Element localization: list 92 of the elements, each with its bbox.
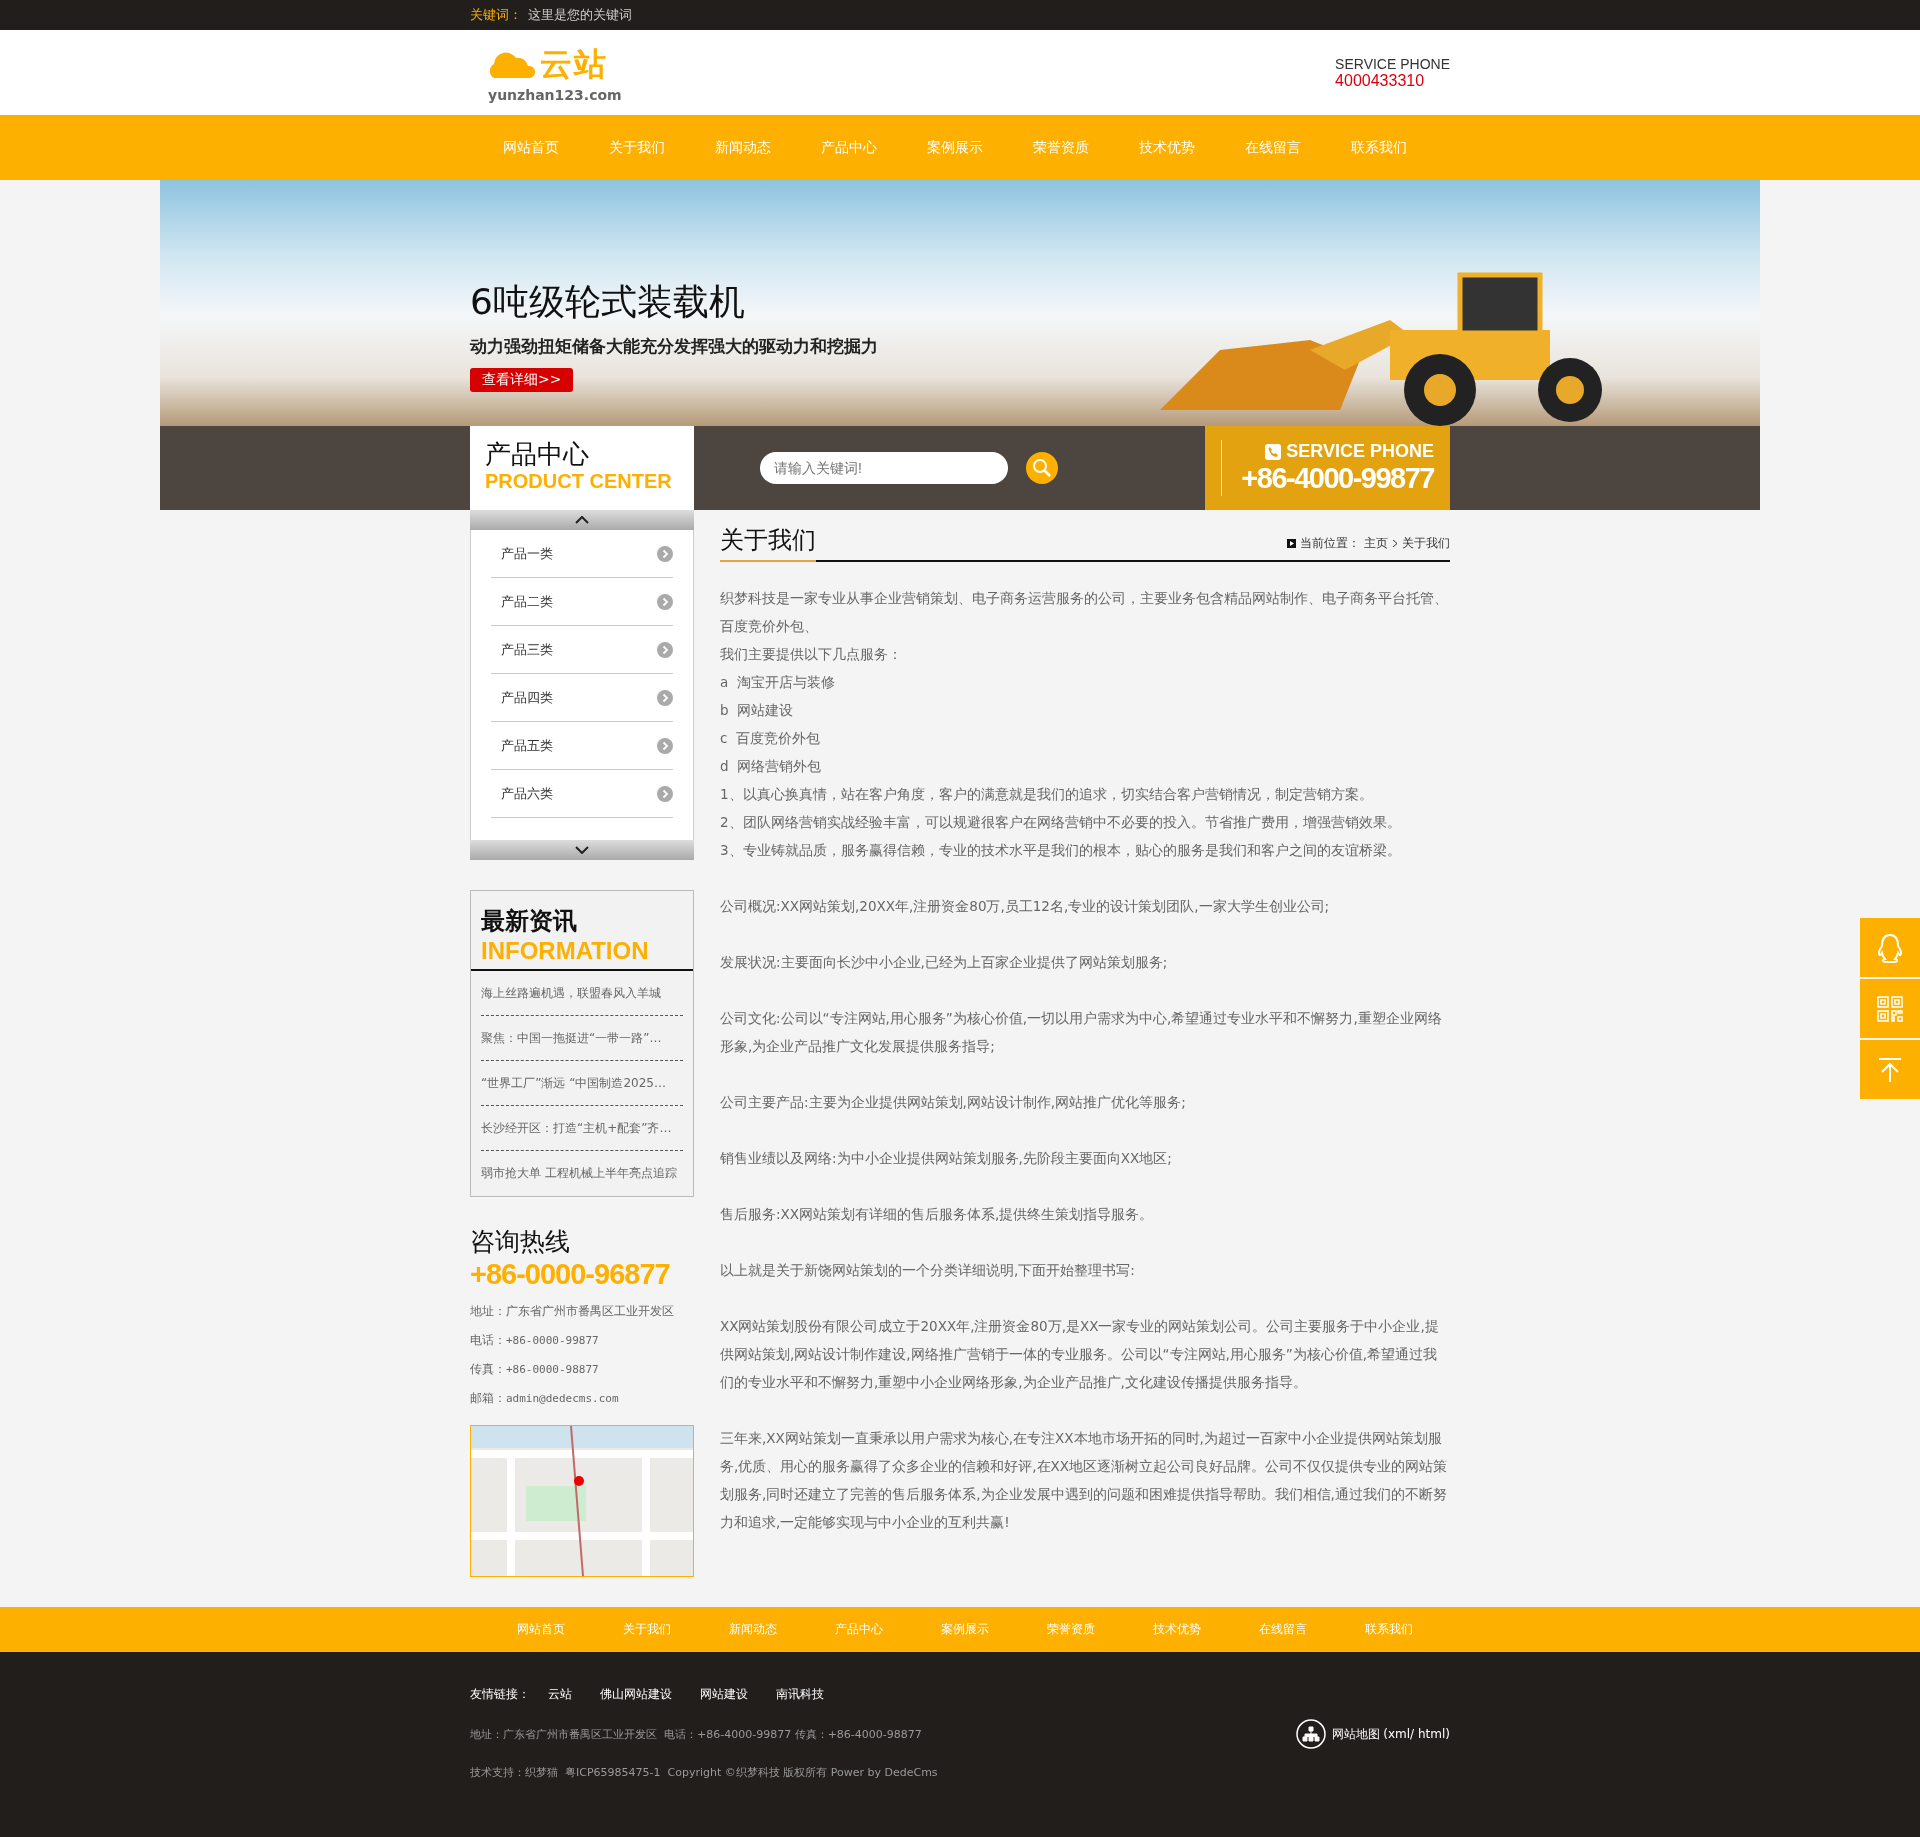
footer-copyright: 技术支持：织梦猫 粤ICP65985475-1 Copyright ©织梦科技 版权所有 Power by DedeCms: [470, 1765, 939, 1780]
friend-link[interactable]: 佛山网站建设: [600, 1686, 672, 1703]
contact-line: 地址：广东省广州市番禺区工业开发区: [470, 1303, 675, 1320]
category-label: 产品三类: [501, 640, 553, 659]
news-link[interactable]: 长沙经开区：打造“主机+配套”齐…: [481, 1106, 683, 1151]
news-subtitle: INFORMATION: [481, 937, 650, 965]
friend-link[interactable]: 网站建设: [700, 1686, 748, 1703]
contact-line: 电话：+86-0000-99877: [470, 1332, 600, 1349]
penguin-icon: [1876, 932, 1904, 963]
chevron-circle-icon: [657, 545, 673, 562]
category-link[interactable]: 产品五类: [491, 722, 673, 770]
scroll-up-button[interactable]: [470, 510, 694, 530]
breadcrumb-link[interactable]: 关于我们: [1402, 535, 1450, 552]
article-paragraph: b 网站建设: [720, 701, 795, 720]
qr-code-icon: [1877, 995, 1903, 1022]
chat-button[interactable]: [1860, 918, 1920, 977]
service-phone-number: 4000433310: [1335, 71, 1426, 90]
chevron-circle-icon: [657, 641, 673, 658]
hotline-number: +86-0000-96877: [470, 1258, 671, 1291]
search-button[interactable]: [1026, 452, 1058, 484]
article-paragraph: 公司概况:XX网站策划,20XX年,注册资金80万,员工12名,专业的设计策划团队,一家大学生创业公司;: [720, 897, 1331, 916]
category-link[interactable]: 产品六类: [491, 770, 673, 818]
article-paragraph: c 百度竞价外包: [720, 729, 821, 748]
article-paragraph: 3、专业铸就品质，服务赢得信赖，专业的技术水平是我们的根本，贴心的服务是我们和客户之间的友谊桥梁。: [720, 841, 1402, 860]
arrow-up-icon: [1877, 1056, 1903, 1083]
contact-line: 传真：+86-0000-98877: [470, 1361, 600, 1378]
page-title: 关于我们: [720, 524, 816, 562]
chevron-circle-icon: [657, 737, 673, 754]
chevron-down-icon: [575, 846, 589, 854]
category-label: 产品一类: [501, 544, 553, 563]
news-link[interactable]: 聚焦：中国一拖挺进“一带一路”…: [481, 1016, 683, 1061]
article-paragraph: 销售业绩以及网络:为中小企业提供网站策划服务,先阶段主要面向XX地区;: [720, 1149, 1173, 1168]
category-label: 产品五类: [501, 736, 553, 755]
logo-text: 云站: [540, 43, 608, 85]
article-paragraph: 织梦科技是一家专业从事企业营销策划、电子商务运营服务的公司，主要业务包含精品网站制作、电子商务平台托管、百度竞价外包、: [720, 589, 1449, 636]
friend-link[interactable]: 南讯科技: [776, 1686, 824, 1703]
category-link[interactable]: 产品三类: [491, 626, 673, 674]
article-paragraph: 三年来,XX网站策划一直秉承以用户需求为核心,在专注XX本地市场开拓的同时,为超过一百家中小企业提供网站策划服务,优质、用心的服务赢得了众多企业的信赖和好评,在XX地区逐渐树立起公司良好品牌。公司不仅仅提供专业的网站策划服务,同时还建立了完善的售后服务体系,为企业发展中遇到的问题和困难提供指导帮助。我们相信,通过我们的不断努力和追求,一定能够实现与中小企业的互利共赢!: [720, 1429, 1449, 1532]
article-paragraph: d 网络营销外包: [720, 757, 823, 776]
chevron-circle-icon: [657, 689, 673, 706]
article-paragraph: 售后服务:XX网站策划有详细的售后服务体系,提供终生策划指导服务。: [720, 1205, 1155, 1224]
sitemap-icon: [1295, 1719, 1326, 1749]
category-label: 产品六类: [501, 784, 553, 803]
category-link[interactable]: 产品四类: [491, 674, 673, 722]
article-paragraph: XX网站策划股份有限公司成立于20XX年,注册资金80万,是XX一家专业的网站策划公司。公司主要服务于中小企业,提供网站策划,网站设计制作建设,网络推广营销于一体的专业服务。公司以“专注网站,用心服务”为核心价值,希望通过我们的专业水平和不懈努力,重塑中小企业网络形象,为企业产品推广,文化建设传播提供服务指导。: [720, 1317, 1440, 1392]
logo-domain: yunzhan123.com: [488, 86, 622, 103]
breadcrumb-link[interactable]: 主页: [1364, 535, 1388, 552]
article-paragraph: 以上就是关于新饶网站策划的一个分类详细说明,下面开始整理书写:: [720, 1261, 1136, 1280]
contact-line: 邮箱：admin@dedecms.com: [470, 1390, 620, 1407]
keywords-text: 这里是您的关键词: [528, 6, 632, 24]
chevron-circle-icon: [657, 785, 673, 802]
news-link[interactable]: 海上丝路遍机遇，联盟春风入羊城: [481, 971, 683, 1016]
news-title: 最新资讯: [481, 906, 578, 937]
article-paragraph: 1、以真心换真情，站在客户角度，客户的满意就是我们的追求，切实结合客户营销情况，制定营销方案。: [720, 785, 1374, 804]
sitemap-text: 网站地图 (xml/ html): [1331, 1725, 1450, 1743]
article-paragraph: 2、团队网络营销实战经验丰富，可以规避很客户在网络营销中不必要的投入。节省推广费用，增强营销效果。: [720, 813, 1402, 832]
banner-subtitle: 动力强劲扭矩储备大能充分发挥强大的驱动力和挖掘力: [470, 335, 879, 358]
chevron-up-icon: [575, 516, 589, 524]
article-paragraph: 公司文化:公司以“专注网站,用心服务”为核心价值,一切以用户需求为中心,希望通过专业水平和不懈努力,重塑企业网络形象,为企业产品推广文化发展提供服务指导;: [720, 1009, 1443, 1056]
category-link[interactable]: 产品二类: [491, 578, 673, 626]
phone-icon: [1265, 443, 1282, 460]
links-label: 友情链接：: [470, 1686, 530, 1703]
category-label: 产品四类: [501, 688, 553, 707]
service-phone-number: +86-4000-99877: [1241, 462, 1434, 495]
article-paragraph: 我们主要提供以下几点服务：: [720, 645, 903, 664]
sitemap-link[interactable]: 网站地图 (xml/ html): [1295, 1719, 1450, 1749]
product-center-title: 产品中心: [485, 438, 590, 470]
banner-title: 6吨级轮式装载机: [470, 280, 746, 324]
chevron-right-icon: [1392, 539, 1398, 548]
news-link[interactable]: 弱市抢大单 工程机械上半年亮点追踪: [481, 1151, 683, 1196]
news-link[interactable]: “世界工厂”渐远 “中国制造2025…: [481, 1061, 683, 1106]
service-phone-title-text: SERVICE PHONE: [1286, 441, 1434, 462]
details-button[interactable]: 查看详细>>: [470, 368, 574, 392]
article-paragraph: 发展状况:主要面向长沙中小企业,已经为上百家企业提供了网站策划服务;: [720, 953, 1169, 972]
article-paragraph: a 淘宝开店与装修: [720, 673, 836, 692]
footer-address: 地址：广东省广州市番禺区工业开发区 电话：+86-4000-99877 传真：+86-4000-98877: [470, 1726, 923, 1742]
scroll-down-button[interactable]: [470, 840, 694, 860]
friend-link[interactable]: 云站: [548, 1686, 572, 1703]
breadcrumb-label: 当前位置：: [1300, 535, 1360, 552]
chevron-circle-icon: [657, 593, 673, 610]
service-phone-label: SERVICE PHONE: [1335, 55, 1450, 72]
search-field[interactable]: 请输入关键词!: [760, 452, 1008, 484]
back-to-top-button[interactable]: [1860, 1040, 1920, 1099]
product-center-subtitle: PRODUCT CENTER: [485, 470, 673, 493]
hotline-title: 咨询热线: [470, 1226, 571, 1258]
article-paragraph: 公司主要产品:主要为企业提供网站策划,网站设计制作,网站推广优化等服务;: [720, 1093, 1187, 1112]
category-label: 产品二类: [501, 592, 553, 611]
category-link[interactable]: 产品一类: [491, 530, 673, 578]
play-square-icon: [1287, 539, 1296, 548]
keywords-label: 关键词：: [470, 6, 522, 24]
qr-code-button[interactable]: [1860, 979, 1920, 1038]
search-icon: [1032, 458, 1052, 478]
